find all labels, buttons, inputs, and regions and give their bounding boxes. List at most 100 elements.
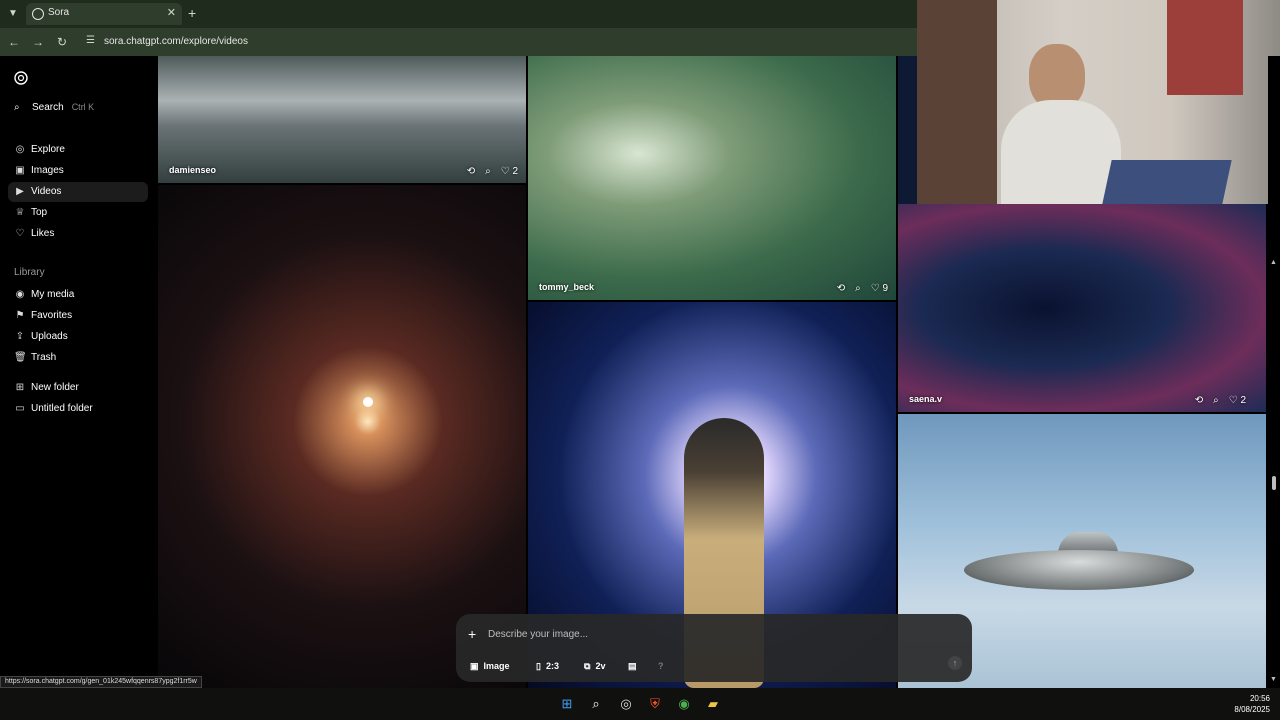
clock-date: 8/08/2025 bbox=[1234, 705, 1270, 714]
image-icon: ▣ bbox=[470, 661, 479, 671]
preset-button[interactable]: ▤ bbox=[628, 657, 637, 675]
sidebar-item-untitled-folder[interactable]: ▭ Untitled folder bbox=[8, 399, 148, 419]
video-tile[interactable]: tommy_beck ⟲ ⌕ ♡ 9 bbox=[528, 56, 896, 300]
chatgpt-app-icon[interactable]: ◎ bbox=[616, 694, 636, 714]
windows-start-icon[interactable]: ⊞ bbox=[557, 694, 577, 714]
tab-list-chevron-icon[interactable]: ▼ bbox=[6, 7, 20, 21]
remix-icon[interactable]: ⟲ bbox=[837, 283, 845, 294]
prompt-input[interactable] bbox=[488, 626, 928, 642]
tile-actions: ⟲ ⌕ ♡ 2 bbox=[1195, 395, 1246, 406]
openai-logo-icon[interactable] bbox=[13, 70, 29, 86]
sidebar-item-likes[interactable]: ♡ Likes bbox=[8, 224, 148, 244]
sidebar-item-explore[interactable]: ◎ Explore bbox=[8, 140, 148, 160]
close-tab-icon[interactable]: ✕ bbox=[167, 6, 176, 19]
glowing-sun-image bbox=[363, 397, 373, 407]
site-info-icon[interactable]: ☰ bbox=[86, 35, 98, 47]
arrow-up-icon: ↑ bbox=[952, 658, 958, 668]
back-icon[interactable]: ← bbox=[6, 34, 22, 50]
sora-favicon-icon bbox=[32, 8, 44, 20]
remix-icon[interactable]: ⟲ bbox=[1195, 395, 1203, 406]
tile-author[interactable]: damienseo bbox=[169, 165, 216, 175]
like-count: 9 bbox=[882, 283, 888, 294]
add-attachment-icon[interactable]: + bbox=[468, 626, 476, 642]
sidebar-item-uploads[interactable]: ⇪ Uploads bbox=[8, 327, 148, 347]
sidebar-item-videos[interactable]: ▶ Videos bbox=[8, 182, 148, 202]
video-tile[interactable] bbox=[898, 56, 917, 204]
tile-actions: ⟲ ⌕ ♡ 9 bbox=[837, 283, 888, 294]
file-explorer-icon[interactable]: ▰ bbox=[703, 694, 723, 714]
forward-icon[interactable]: → bbox=[30, 34, 46, 50]
new-tab-icon[interactable]: + bbox=[188, 5, 196, 21]
system-clock[interactable]: 20:56 8/08/2025 bbox=[1234, 693, 1270, 715]
tile-author[interactable]: saena.v bbox=[909, 394, 942, 404]
search-icon[interactable]: ⌕ bbox=[855, 283, 861, 294]
webcam-window bbox=[1167, 0, 1243, 95]
search-icon: ⌕ bbox=[14, 102, 20, 113]
tile-author[interactable]: tommy_beck bbox=[539, 282, 594, 292]
heart-icon: ♡ bbox=[1228, 395, 1238, 406]
url-field[interactable]: sora.chatgpt.com/explore/videos bbox=[104, 36, 248, 47]
search-icon[interactable]: ⌕ bbox=[485, 166, 491, 177]
folder-icon: ▭ bbox=[15, 403, 25, 414]
webcam-door bbox=[917, 0, 997, 204]
webcam-person bbox=[1001, 100, 1121, 204]
reload-icon[interactable]: ↻ bbox=[54, 34, 70, 50]
like-button[interactable]: ♡ 2 bbox=[501, 166, 518, 177]
video-tile[interactable]: saena.v ⟲ ⌕ ♡ 2 bbox=[898, 204, 1266, 412]
sidebar-item-favorites[interactable]: ⚑ Favorites bbox=[8, 306, 148, 326]
like-button[interactable]: ♡ 9 bbox=[871, 283, 888, 294]
video-tile[interactable]: damienseo ⟲ ⌕ ♡ 2 bbox=[158, 56, 526, 183]
ufo-disc-image bbox=[964, 550, 1194, 590]
heart-icon: ♡ bbox=[500, 166, 510, 177]
scroll-up-icon[interactable]: ▲ bbox=[1270, 259, 1277, 266]
scrollbar-thumb[interactable] bbox=[1272, 476, 1276, 490]
sidebar-item-new-folder[interactable]: ⊞ New folder bbox=[8, 378, 148, 398]
page-scrollbar[interactable]: ▲ ▼ bbox=[1268, 56, 1280, 688]
tab-title: Sora bbox=[48, 7, 70, 18]
aspect-ratio-icon: ▯ bbox=[536, 661, 541, 671]
search-label: Search bbox=[32, 102, 64, 113]
aspect-ratio-button[interactable]: ▯ 2:3 bbox=[536, 657, 559, 675]
help-button[interactable]: ? bbox=[658, 657, 664, 675]
upload-icon: ⇪ bbox=[15, 331, 25, 342]
image-icon: ▣ bbox=[15, 165, 25, 176]
chrome-browser-icon[interactable]: ◉ bbox=[674, 694, 694, 714]
prompt-composer: + ▣Image ▯2:3 ⧉2v ▤ ? ↑ bbox=[456, 614, 972, 682]
clock-time: 20:56 bbox=[1249, 694, 1270, 703]
bookmark-icon: ⚑ bbox=[15, 310, 25, 321]
compass-icon: ◎ bbox=[15, 144, 25, 155]
sidebar-item-trash[interactable]: 🗑 Trash bbox=[8, 348, 148, 368]
preset-icon: ▤ bbox=[628, 661, 637, 671]
sidebar-item-top[interactable]: ♕ Top bbox=[8, 203, 148, 223]
taskbar-search-icon[interactable]: ⌕ bbox=[586, 694, 606, 714]
browser-tab[interactable]: Sora ✕ bbox=[26, 3, 182, 25]
heart-icon: ♡ bbox=[870, 283, 880, 294]
variations-icon: ⧉ bbox=[584, 661, 591, 671]
brave-browser-icon[interactable]: ⛨ bbox=[645, 694, 665, 714]
folder-plus-icon: ⊞ bbox=[15, 382, 25, 393]
remix-icon[interactable]: ⟲ bbox=[467, 166, 475, 177]
help-icon: ? bbox=[658, 661, 664, 671]
video-tile[interactable] bbox=[158, 185, 526, 688]
media-icon: ◉ bbox=[15, 289, 25, 300]
search-button[interactable]: ⌕ Search Ctrl K bbox=[14, 102, 94, 118]
library-heading: Library bbox=[14, 267, 45, 278]
like-button[interactable]: ♡ 2 bbox=[1229, 395, 1246, 406]
trash-icon: 🗑 bbox=[14, 352, 27, 363]
search-icon[interactable]: ⌕ bbox=[1213, 395, 1219, 406]
scroll-down-icon[interactable]: ▼ bbox=[1270, 676, 1277, 683]
webcam-laptop bbox=[1102, 160, 1232, 204]
heart-icon: ♡ bbox=[15, 228, 25, 239]
variations-button[interactable]: ⧉ 2v bbox=[584, 657, 605, 675]
sidebar-item-my-media[interactable]: ◉ My media bbox=[8, 285, 148, 305]
submit-button[interactable]: ↑ bbox=[948, 656, 962, 670]
video-icon: ▶ bbox=[16, 186, 24, 197]
media-type-button[interactable]: ▣ Image bbox=[470, 657, 510, 675]
like-count: 2 bbox=[512, 166, 518, 177]
trophy-icon: ♕ bbox=[15, 207, 25, 218]
like-count: 2 bbox=[1240, 395, 1246, 406]
sidebar: ⌕ Search Ctrl K ◎ Explore ▣ Images ▶ Videos ♕… bbox=[0, 56, 158, 688]
webcam-overlay bbox=[917, 0, 1280, 204]
sidebar-item-images[interactable]: ▣ Images bbox=[8, 161, 148, 181]
tile-actions: ⟲ ⌕ ♡ 2 bbox=[467, 166, 518, 177]
